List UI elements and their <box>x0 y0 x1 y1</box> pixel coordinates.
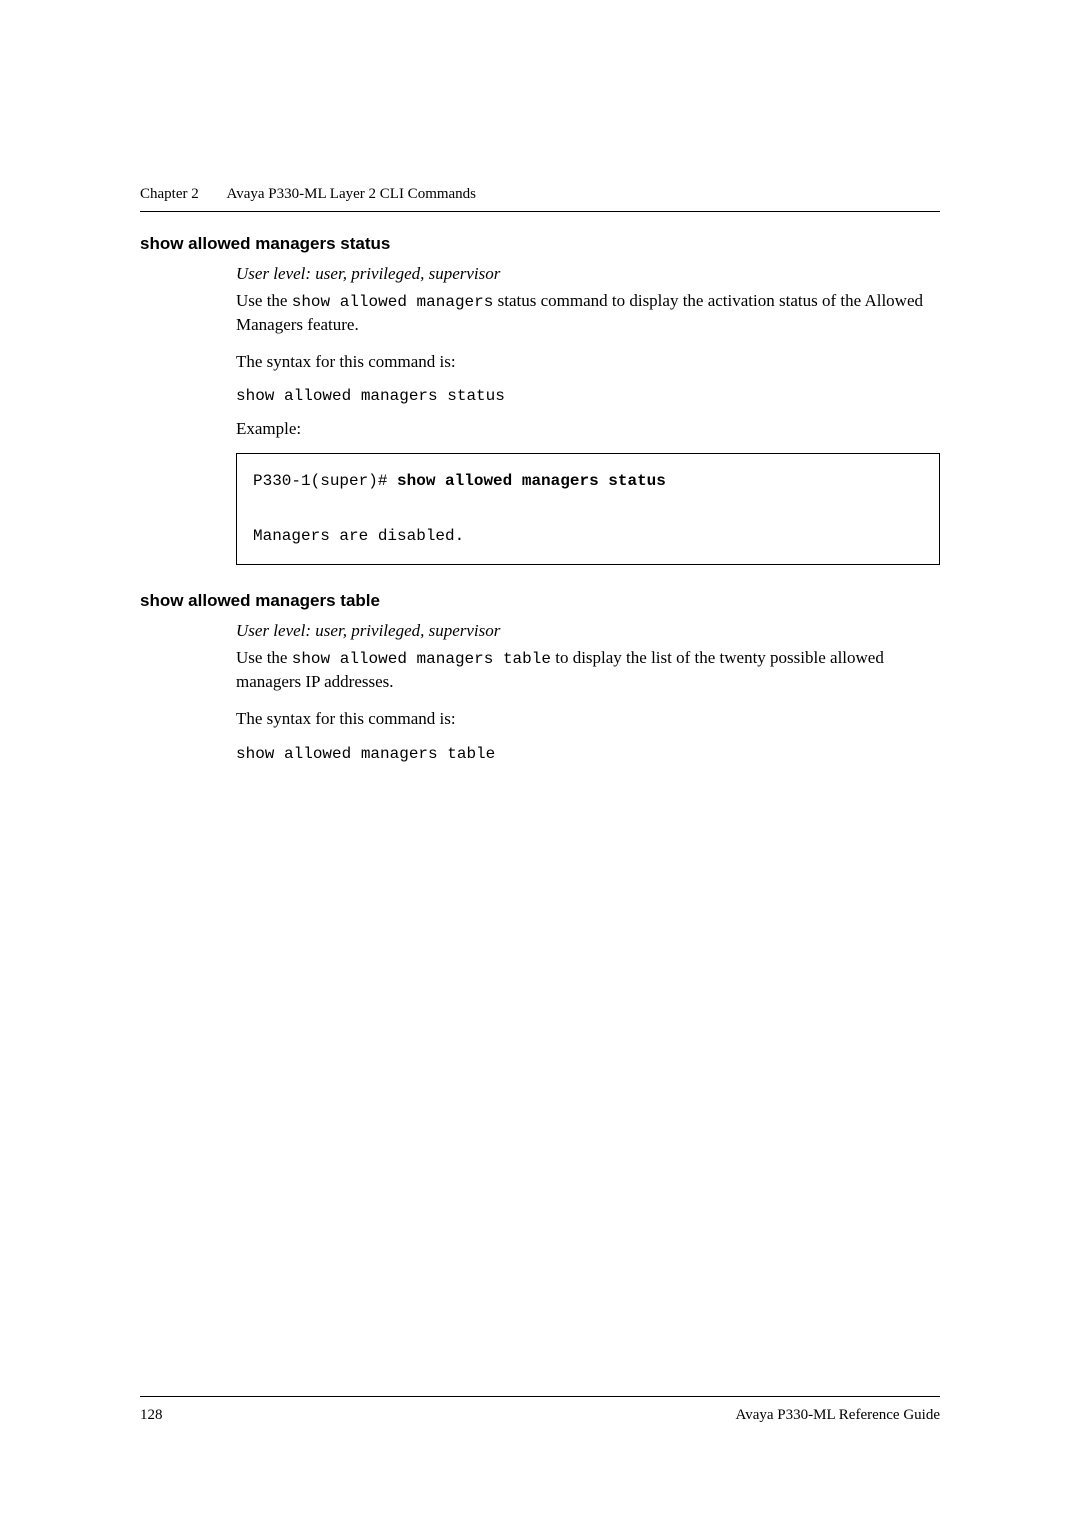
section1-example-label: Example: <box>236 419 940 439</box>
section1-syntax-intro: The syntax for this command is: <box>236 351 940 374</box>
example-prompt: P330-1(super)# <box>253 472 397 490</box>
header-rule <box>140 211 940 212</box>
example-input-line: P330-1(super)# show allowed managers sta… <box>253 468 923 495</box>
section1-heading: show allowed managers status <box>140 234 940 254</box>
footer-guide-title: Avaya P330-ML Reference Guide <box>735 1407 940 1424</box>
example-output: Managers are disabled. <box>253 523 923 550</box>
footer-row: 128 Avaya P330-ML Reference Guide <box>140 1407 940 1424</box>
section2-desc-pre: Use the <box>236 648 292 667</box>
example-command-bold: show allowed managers status <box>397 472 666 490</box>
header-title: Avaya P330-ML Layer 2 CLI Commands <box>226 186 476 202</box>
section1-desc-pre: Use the <box>236 291 292 310</box>
section1-example-box: P330-1(super)# show allowed managers sta… <box>236 453 940 565</box>
header-chapter: Chapter 2 <box>140 186 199 202</box>
section1-content: User level: user, privileged, supervisor… <box>236 264 940 565</box>
section2-heading: show allowed managers table <box>140 591 940 611</box>
section1-user-level: User level: user, privileged, supervisor <box>236 264 940 284</box>
section2-syntax-cmd: show allowed managers table <box>236 745 940 763</box>
section1-syntax-cmd: show allowed managers status <box>236 387 940 405</box>
section2-user-level: User level: user, privileged, supervisor <box>236 621 940 641</box>
section2-content: User level: user, privileged, supervisor… <box>236 621 940 762</box>
section2-description: Use the show allowed managers table to d… <box>236 647 940 694</box>
example-blank-line <box>253 496 923 523</box>
page-content: Chapter 2 Avaya P330-ML Layer 2 CLI Comm… <box>0 0 1080 763</box>
footer-rule <box>140 1396 940 1397</box>
section2-syntax-intro: The syntax for this command is: <box>236 708 940 731</box>
section1-desc-cmd: show allowed managers <box>292 293 494 311</box>
section1-description: Use the show allowed managers status com… <box>236 290 940 337</box>
page-footer: 128 Avaya P330-ML Reference Guide <box>140 1396 940 1424</box>
page-number: 128 <box>140 1407 163 1424</box>
running-header: Chapter 2 Avaya P330-ML Layer 2 CLI Comm… <box>140 186 940 203</box>
section2-desc-cmd: show allowed managers table <box>292 650 551 668</box>
